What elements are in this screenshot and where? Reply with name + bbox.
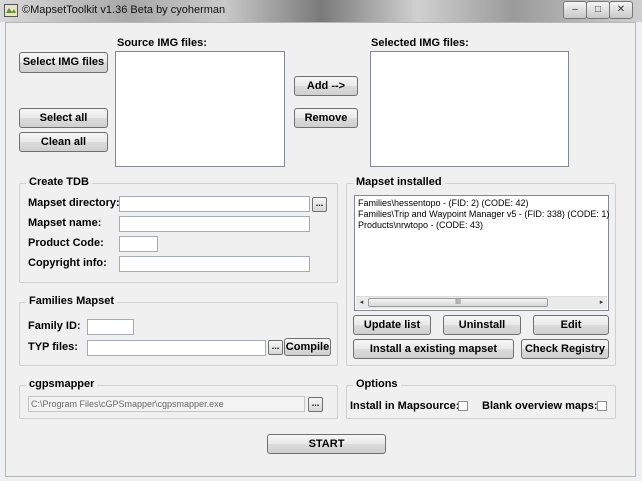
source-img-label: Source IMG files: xyxy=(117,37,207,49)
mapset-installed-list[interactable]: Families\hessentopo - (FID: 2) (CODE: 42… xyxy=(354,195,609,311)
close-button[interactable]: ✕ xyxy=(609,1,633,19)
family-id-label: Family ID: xyxy=(28,320,81,332)
copyright-info-label: Copyright info: xyxy=(28,257,107,269)
selected-img-list[interactable] xyxy=(370,51,569,167)
minimize-button[interactable]: – xyxy=(563,1,587,19)
uninstall-button[interactable]: Uninstall xyxy=(443,315,521,335)
app-icon xyxy=(4,4,18,17)
install-in-mapsource-label: Install in Mapsource: xyxy=(350,400,460,412)
blank-overview-maps-label: Blank overview maps: xyxy=(482,400,598,412)
horizontal-scrollbar[interactable]: ◂ III ▸ xyxy=(356,296,607,309)
start-button[interactable]: START xyxy=(267,434,386,454)
select-img-files-button[interactable]: Select IMG files xyxy=(19,52,108,73)
mapset-installed-item[interactable]: Families\Trip and Waypoint Manager v5 - … xyxy=(355,209,609,220)
selected-img-label: Selected IMG files: xyxy=(371,37,469,49)
mapset-installed-item[interactable]: Products\nrwtopo - (CODE: 43) xyxy=(355,220,608,231)
cgpsmapper-title: cgpsmapper xyxy=(26,378,98,390)
typ-files-browse-button[interactable]: ... xyxy=(268,340,283,355)
mapset-directory-label: Mapset directory: xyxy=(28,197,120,209)
family-id-input[interactable] xyxy=(87,319,134,335)
families-mapset-group: Families Mapset xyxy=(19,295,338,366)
product-code-input[interactable] xyxy=(119,236,158,252)
compile-button[interactable]: Compile xyxy=(284,338,331,356)
mapset-name-input[interactable] xyxy=(119,216,310,232)
cgpsmapper-path-input[interactable]: C:\Program Files\cGPSmapper\cgpsmapper.e… xyxy=(28,396,305,412)
install-in-mapsource-checkbox[interactable] xyxy=(458,401,468,411)
edit-button[interactable]: Edit xyxy=(533,315,609,335)
app-window: ©MapsetToolkit v1.36 Beta by cyoherman –… xyxy=(0,0,642,481)
window-title: ©MapsetToolkit v1.36 Beta by cyoherman xyxy=(22,4,226,16)
blank-overview-maps-checkbox[interactable] xyxy=(597,401,607,411)
maximize-button[interactable]: □ xyxy=(586,1,610,19)
select-all-button[interactable]: Select all xyxy=(19,108,108,128)
mapset-installed-item[interactable]: Families\hessentopo - (FID: 2) (CODE: 42… xyxy=(355,198,608,209)
mapset-installed-title: Mapset installed xyxy=(353,176,445,188)
install-existing-mapset-button[interactable]: Install a existing mapset xyxy=(353,339,514,359)
product-code-label: Product Code: xyxy=(28,237,104,249)
update-list-button[interactable]: Update list xyxy=(353,315,431,335)
families-mapset-title: Families Mapset xyxy=(26,295,117,307)
check-registry-button[interactable]: Check Registry xyxy=(521,339,609,359)
mapset-directory-input[interactable] xyxy=(119,196,310,212)
source-img-list[interactable] xyxy=(115,51,285,167)
typ-files-input[interactable] xyxy=(87,340,266,356)
options-title: Options xyxy=(353,378,401,390)
clean-all-button[interactable]: Clean all xyxy=(19,132,108,152)
copyright-info-input[interactable] xyxy=(119,256,310,272)
scroll-right-arrow-icon[interactable]: ▸ xyxy=(596,297,607,309)
typ-files-label: TYP files: xyxy=(28,341,78,353)
mapset-name-label: Mapset name: xyxy=(28,217,102,229)
scrollbar-thumb[interactable]: III xyxy=(368,298,548,307)
create-tdb-title: Create TDB xyxy=(26,176,92,188)
add-button[interactable]: Add --> xyxy=(294,76,358,96)
remove-button[interactable]: Remove xyxy=(294,108,358,128)
cgpsmapper-browse-button[interactable]: ... xyxy=(308,397,323,412)
scroll-left-arrow-icon[interactable]: ◂ xyxy=(356,297,367,309)
mapset-directory-browse-button[interactable]: ... xyxy=(312,197,327,212)
title-bar[interactable]: ©MapsetToolkit v1.36 Beta by cyoherman –… xyxy=(0,0,642,22)
